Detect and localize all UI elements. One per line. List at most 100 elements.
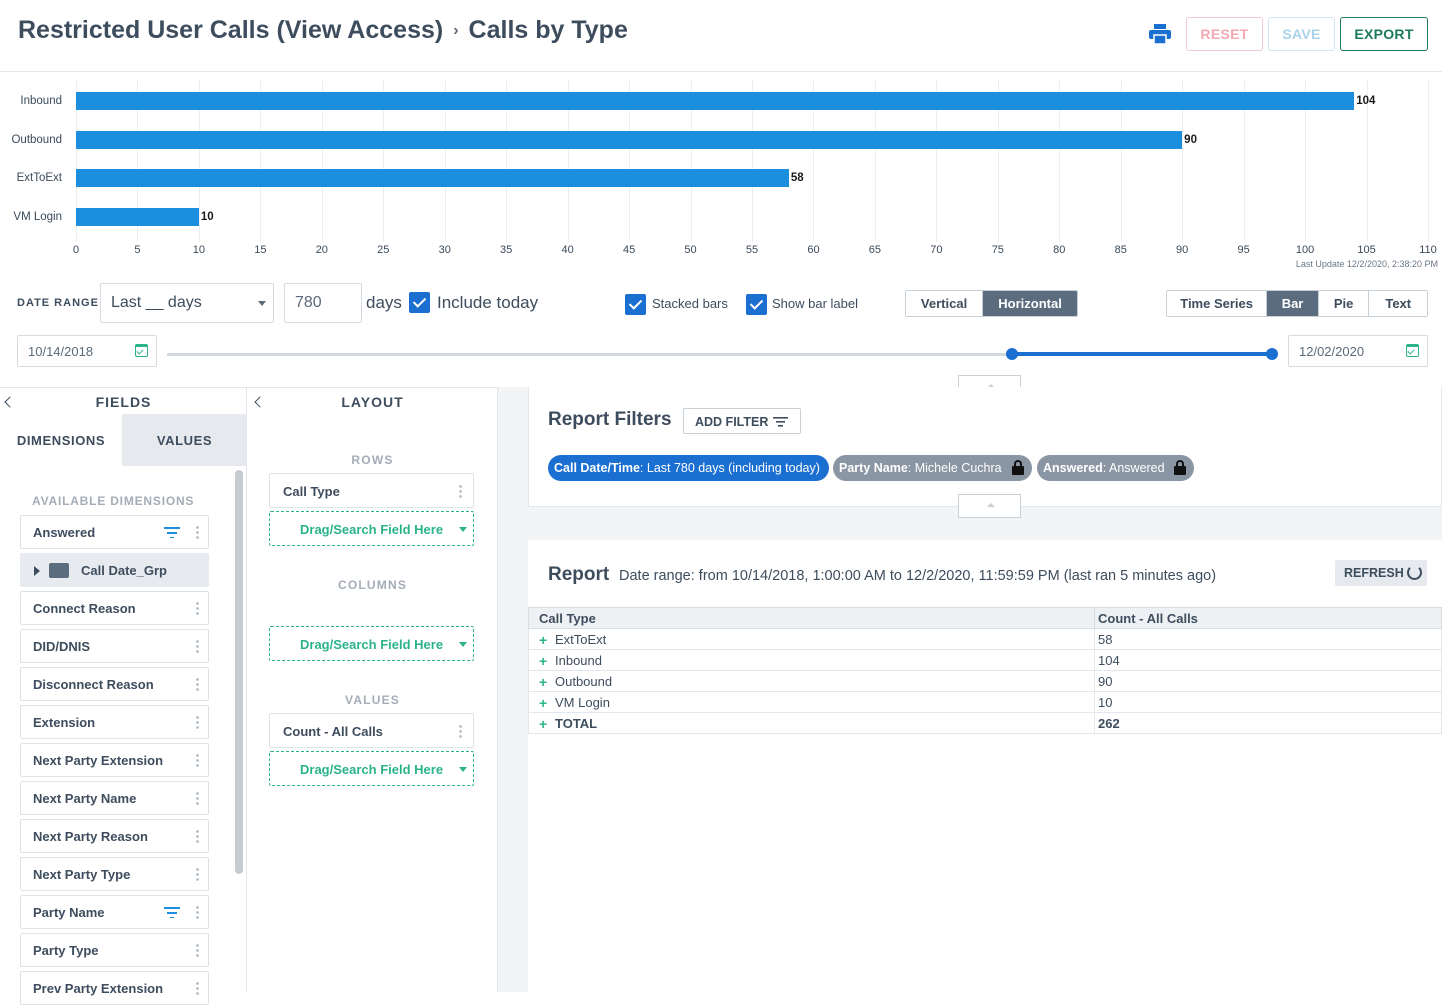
table-row[interactable]: + Outbound 90 bbox=[528, 670, 1442, 692]
dimension-item[interactable]: Disconnect Reason bbox=[20, 667, 209, 701]
row-label: VM Login bbox=[555, 694, 610, 710]
bar[interactable] bbox=[76, 92, 1355, 110]
tab-dimensions[interactable]: DIMENSIONS bbox=[0, 414, 122, 466]
drag-handle-icon[interactable] bbox=[196, 639, 199, 654]
dimension-item[interactable]: Party Name bbox=[20, 895, 209, 929]
dimension-item[interactable]: Connect Reason bbox=[20, 591, 209, 625]
drag-handle-icon[interactable] bbox=[459, 724, 462, 739]
dimension-item[interactable]: Call Date_Grp bbox=[20, 553, 209, 587]
days-input[interactable]: 780 bbox=[284, 283, 362, 323]
dimension-item[interactable]: Next Party Name bbox=[20, 781, 209, 815]
dimension-item[interactable]: Next Party Type bbox=[20, 857, 209, 891]
drag-handle-icon[interactable] bbox=[196, 677, 199, 692]
filter-icon[interactable] bbox=[164, 527, 180, 538]
range-type-select[interactable]: Last __ days bbox=[100, 283, 274, 323]
x-tick-label: 20 bbox=[315, 244, 328, 256]
date-slider-start-handle[interactable] bbox=[1006, 348, 1018, 360]
bar[interactable] bbox=[76, 131, 1183, 149]
table-row[interactable]: + ExtToExt 58 bbox=[528, 628, 1442, 650]
chevron-down-icon[interactable] bbox=[459, 642, 467, 647]
export-button[interactable]: EXPORT bbox=[1340, 17, 1428, 51]
expand-plus-icon[interactable]: + bbox=[539, 716, 547, 732]
table-row[interactable]: + VM Login 10 bbox=[528, 691, 1442, 713]
filter-chip-answered[interactable]: Answered: Answered bbox=[1037, 455, 1194, 481]
expand-plus-icon[interactable]: + bbox=[539, 674, 547, 690]
expand-plus-icon[interactable]: + bbox=[539, 695, 547, 711]
print-icon[interactable] bbox=[1149, 24, 1171, 44]
expand-plus-icon[interactable]: + bbox=[539, 632, 547, 648]
bar[interactable] bbox=[76, 169, 789, 187]
value-field-count[interactable]: Count - All Calls bbox=[269, 713, 474, 748]
drag-handle-icon[interactable] bbox=[196, 943, 199, 958]
filter-chip-party-name[interactable]: Party Name: Michele Cuchra bbox=[833, 455, 1032, 481]
filter-icon[interactable] bbox=[164, 907, 180, 918]
calendar-icon[interactable] bbox=[135, 344, 148, 357]
add-filter-button[interactable]: ADD FILTER bbox=[683, 408, 801, 434]
drag-handle-icon[interactable] bbox=[459, 484, 462, 499]
orientation-toggle: Vertical Horizontal bbox=[905, 290, 1078, 317]
value-field-label: Count - All Calls bbox=[283, 724, 383, 739]
reset-button[interactable]: RESET bbox=[1186, 17, 1263, 51]
drag-handle-icon[interactable] bbox=[196, 905, 199, 920]
vertical-button[interactable]: Vertical bbox=[906, 291, 984, 316]
column-header[interactable]: Call Type bbox=[528, 607, 1095, 629]
fields-scrollbar[interactable] bbox=[235, 470, 243, 874]
dimension-item[interactable]: Prev Party Extension bbox=[20, 971, 209, 1005]
date-from-input[interactable]: 10/14/2018 bbox=[17, 335, 157, 367]
report-title-label: Report bbox=[548, 564, 610, 585]
drag-handle-icon[interactable] bbox=[196, 715, 199, 730]
chevron-down-icon bbox=[258, 301, 266, 306]
save-button[interactable]: SAVE bbox=[1268, 17, 1335, 51]
value-cell: 262 bbox=[1094, 712, 1442, 734]
values-drop-zone[interactable]: Drag/Search Field Here bbox=[269, 751, 474, 786]
bar-button[interactable]: Bar bbox=[1267, 291, 1319, 316]
show-bar-label-checkbox[interactable] bbox=[746, 294, 767, 315]
columns-drop-zone[interactable]: Drag/Search Field Here bbox=[269, 626, 474, 661]
expand-icon[interactable] bbox=[34, 566, 40, 576]
dimension-item[interactable]: Extension bbox=[20, 705, 209, 739]
rows-drop-zone[interactable]: Drag/Search Field Here bbox=[269, 511, 474, 546]
calendar-icon[interactable] bbox=[1406, 344, 1419, 357]
drag-handle-icon[interactable] bbox=[196, 981, 199, 996]
filter-chip-call-date[interactable]: Call Date/Time: Last 780 days (including… bbox=[548, 455, 829, 481]
chevron-down-icon[interactable] bbox=[459, 767, 467, 772]
date-slider-end-handle[interactable] bbox=[1266, 348, 1278, 360]
stacked-bars-checkbox[interactable] bbox=[625, 294, 646, 315]
bar[interactable] bbox=[76, 208, 199, 226]
drag-handle-icon[interactable] bbox=[196, 791, 199, 806]
x-tick-label: 95 bbox=[1237, 244, 1250, 256]
date-slider-range bbox=[1012, 352, 1272, 356]
pie-button[interactable]: Pie bbox=[1318, 291, 1370, 316]
table-row[interactable]: + Inbound 104 bbox=[528, 649, 1442, 671]
breadcrumb-separator-icon: › bbox=[453, 22, 459, 39]
drag-handle-icon[interactable] bbox=[196, 829, 199, 844]
text-button[interactable]: Text bbox=[1369, 291, 1427, 316]
table-row[interactable]: + TOTAL 262 bbox=[528, 712, 1442, 734]
report-title[interactable]: Restricted User Calls (View Access) bbox=[18, 16, 443, 44]
show-bar-label-label: Show bar label bbox=[772, 296, 858, 311]
horizontal-button[interactable]: Horizontal bbox=[983, 291, 1077, 316]
lock-icon bbox=[1012, 460, 1024, 475]
row-field-call-type[interactable]: Call Type bbox=[269, 473, 474, 508]
dimension-item[interactable]: DID/DNIS bbox=[20, 629, 209, 663]
drag-handle-icon[interactable] bbox=[196, 753, 199, 768]
include-today-checkbox[interactable] bbox=[409, 292, 430, 313]
column-header[interactable]: Count - All Calls bbox=[1094, 607, 1442, 629]
collapse-filters-button[interactable] bbox=[958, 494, 1021, 518]
add-filter-label: ADD FILTER bbox=[695, 415, 769, 429]
drag-handle-icon[interactable] bbox=[196, 601, 199, 616]
dimension-label: Next Party Type bbox=[33, 867, 131, 882]
dimension-item[interactable]: Party Type bbox=[20, 933, 209, 967]
dimension-item[interactable]: Next Party Extension bbox=[20, 743, 209, 777]
tab-values[interactable]: VALUES bbox=[122, 414, 247, 466]
refresh-button[interactable]: REFRESH bbox=[1335, 560, 1427, 586]
dimension-item[interactable]: Answered bbox=[20, 515, 209, 549]
chevron-down-icon[interactable] bbox=[459, 527, 467, 532]
dimension-item[interactable]: Next Party Reason bbox=[20, 819, 209, 853]
drag-handle-icon[interactable] bbox=[196, 525, 199, 540]
expand-plus-icon[interactable]: + bbox=[539, 653, 547, 669]
dimension-label: Disconnect Reason bbox=[33, 677, 154, 692]
date-to-input[interactable]: 12/02/2020 bbox=[1288, 335, 1428, 367]
time-series-button[interactable]: Time Series bbox=[1167, 291, 1268, 316]
drag-handle-icon[interactable] bbox=[196, 867, 199, 882]
